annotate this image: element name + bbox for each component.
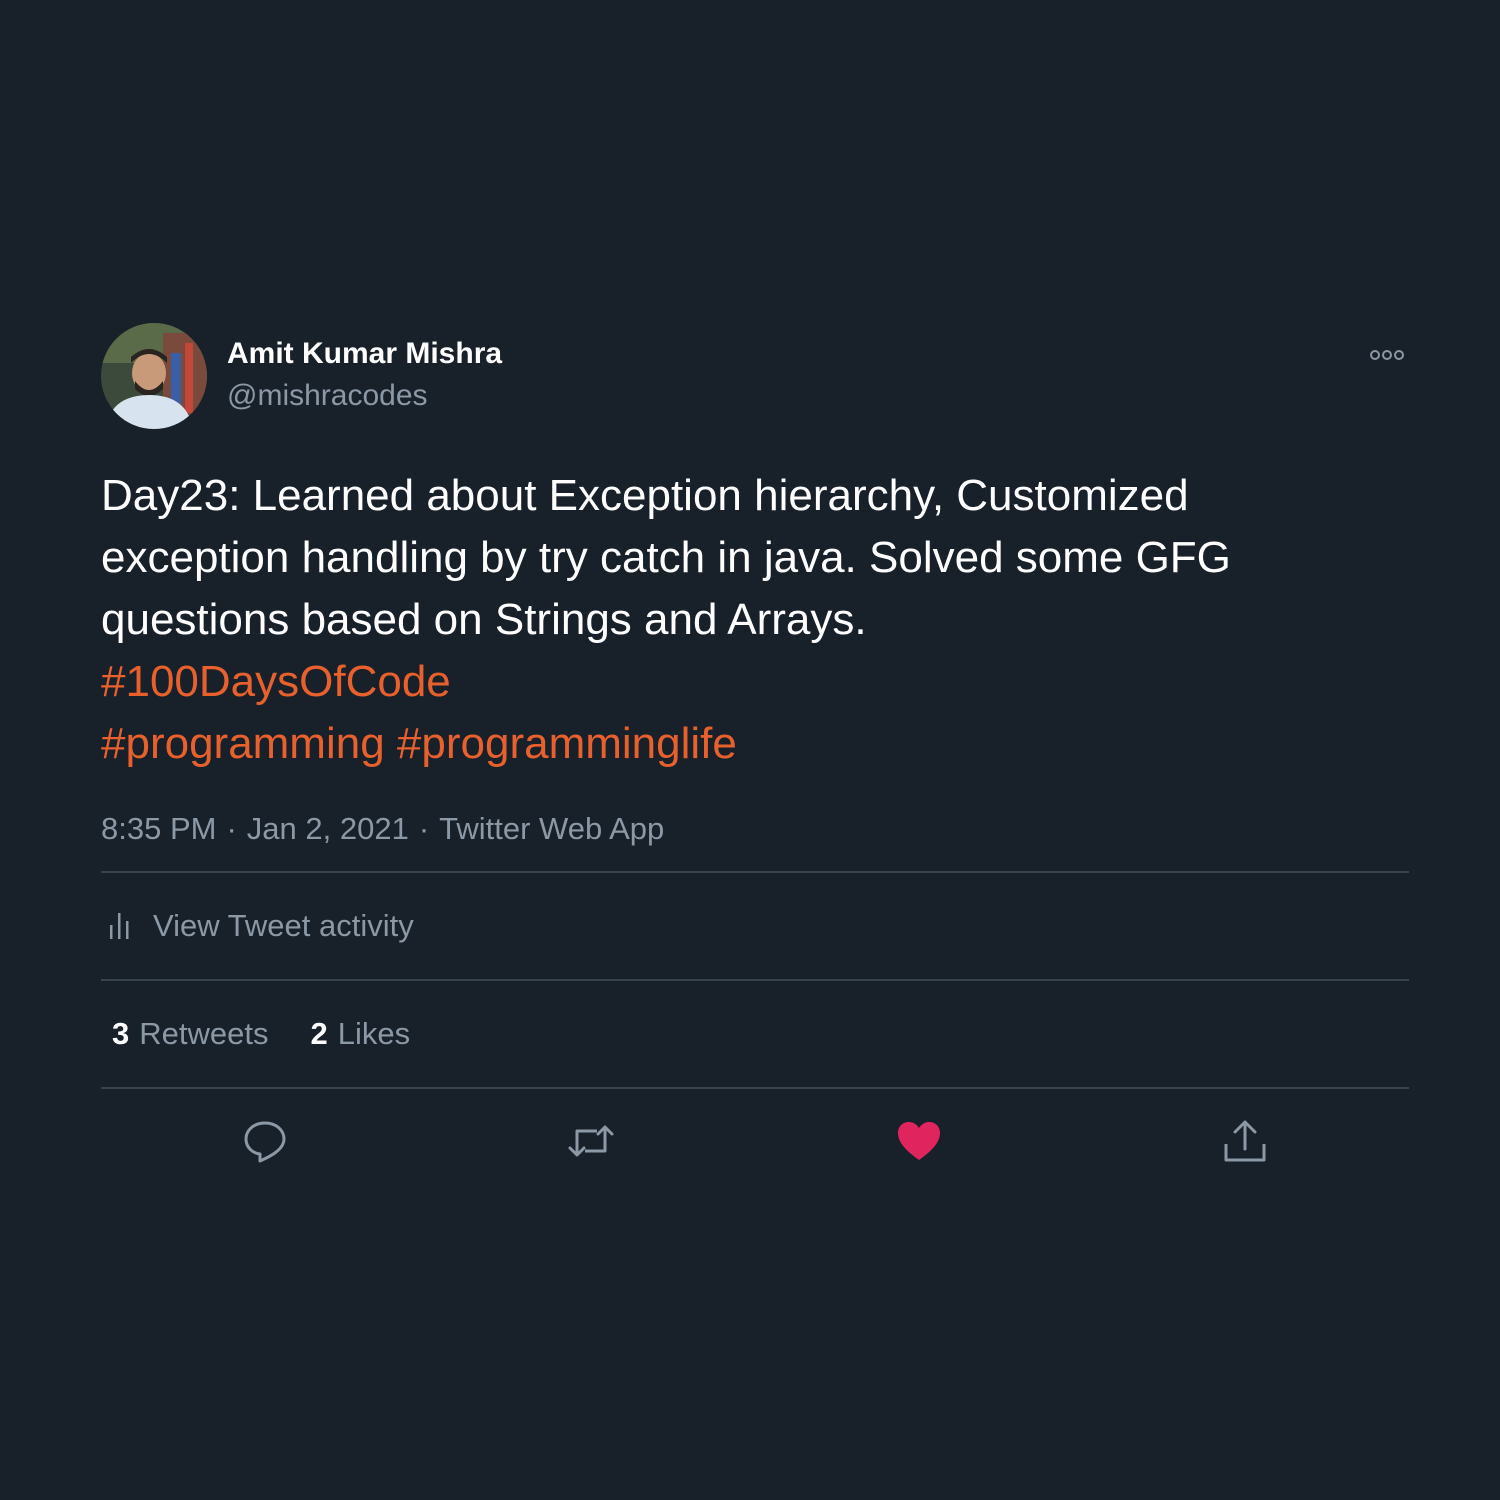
likes-stat[interactable]: 2 Likes bbox=[310, 1016, 410, 1052]
retweets-count: 3 bbox=[112, 1016, 130, 1051]
avatar[interactable] bbox=[101, 323, 207, 429]
tweet-source[interactable]: Twitter Web App bbox=[439, 811, 664, 846]
more-options-icon[interactable] bbox=[1369, 343, 1409, 367]
hashtag-link[interactable]: #programminglife bbox=[397, 719, 737, 768]
tweet-text-line: Day23: Learned about Exception hierarchy… bbox=[101, 471, 1189, 520]
view-tweet-activity-label: View Tweet activity bbox=[153, 908, 414, 943]
tweet-text-line: questions based on Strings and Arrays. bbox=[101, 595, 867, 644]
tweet-header: Amit Kumar Mishra @mishracodes bbox=[101, 323, 1409, 431]
author-name[interactable]: Amit Kumar Mishra bbox=[227, 337, 502, 371]
author-handle[interactable]: @mishracodes bbox=[227, 379, 428, 413]
meta-separator: · bbox=[418, 811, 430, 846]
hashtag-link[interactable]: #100DaysOfCode bbox=[101, 657, 451, 706]
tweet-time[interactable]: 8:35 PM bbox=[101, 811, 216, 846]
share-icon[interactable] bbox=[1221, 1117, 1269, 1165]
retweets-stat[interactable]: 3 Retweets bbox=[112, 1016, 268, 1052]
likes-label: Likes bbox=[337, 1016, 411, 1051]
tweet-text-line: exception handling by try catch in java.… bbox=[101, 533, 1231, 582]
tweet-text: Day23: Learned about Exception hierarchy… bbox=[101, 465, 1371, 775]
tweet-card: Amit Kumar Mishra @mishracodes Day23: Le… bbox=[101, 323, 1409, 1199]
view-tweet-activity-button[interactable]: View Tweet activity bbox=[101, 873, 1409, 979]
tweet-actions bbox=[101, 1089, 1409, 1199]
bar-chart-icon bbox=[109, 907, 133, 946]
tweet-stats: 3 Retweets 2 Likes bbox=[101, 981, 1409, 1087]
tweet-date[interactable]: Jan 2, 2021 bbox=[247, 811, 409, 846]
meta-separator: · bbox=[226, 811, 237, 846]
reply-icon[interactable] bbox=[241, 1117, 289, 1165]
hashtag-link[interactable]: #programming bbox=[101, 719, 385, 768]
tweet-meta: 8:35 PM · Jan 2, 2021 · Twitter Web App bbox=[101, 811, 1409, 871]
retweets-label: Retweets bbox=[139, 1016, 269, 1051]
retweet-icon[interactable] bbox=[567, 1117, 615, 1165]
likes-count: 2 bbox=[310, 1016, 328, 1051]
heart-icon[interactable] bbox=[895, 1117, 943, 1165]
